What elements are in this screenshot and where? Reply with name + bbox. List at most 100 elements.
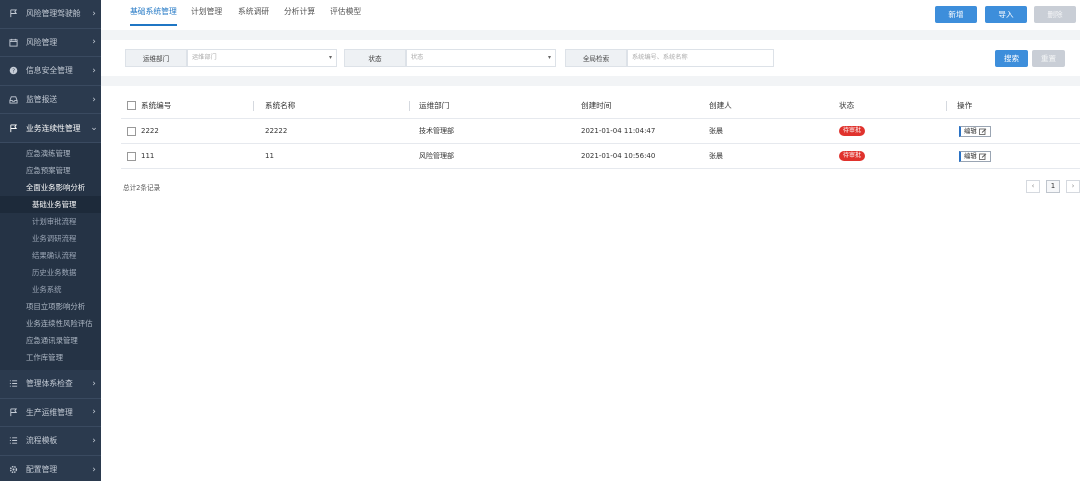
edit-icon [978, 127, 987, 135]
filter-bar: 运维部门 运维部门 ▾ 状态 状态 ▾ 全局检索 系统编号、系统名称 搜索 重置 [101, 40, 1080, 76]
inbox-icon [8, 95, 18, 105]
header-status: 状态 [839, 93, 854, 118]
submenu-item[interactable]: 计划审批流程 [0, 213, 101, 230]
total-records: 总计2条记录 [123, 184, 161, 192]
cell-status: 待审批 [839, 119, 866, 143]
tab-plan[interactable]: 计划管理 [191, 0, 222, 26]
flag-icon [8, 407, 18, 417]
delete-button[interactable]: 删除 [1034, 6, 1076, 23]
gear-icon [8, 465, 18, 475]
main-content: 基础系统管理 计划管理 系统调研 分析计算 评估模型 新增 导入 删除 运维部门… [101, 0, 1080, 481]
submenu-item[interactable]: 业务调研流程 [0, 230, 101, 247]
tab-survey[interactable]: 系统调研 [238, 0, 269, 26]
chevron-right-icon: › [92, 8, 96, 19]
submenu-item[interactable]: 应急通讯录管理 [0, 332, 101, 349]
submenu-item[interactable]: 项目立项影响分析 [0, 298, 101, 315]
chevron-right-icon: › [92, 94, 96, 105]
column-header: 创建时间 [581, 101, 612, 110]
status-label: 状态 [344, 49, 406, 67]
sidebar-item-label: 监管报送 [26, 95, 58, 105]
svg-text:?: ? [12, 69, 15, 75]
chevron-right-icon: › [92, 407, 96, 418]
sidebar-item-infosec[interactable]: ? 信息安全管理 › [0, 57, 101, 86]
flag-icon [8, 9, 18, 19]
sidebar-item-label: 业务连续性管理 [26, 123, 81, 133]
edit-button[interactable]: 编辑 [959, 150, 991, 162]
dept-label: 运维部门 [125, 49, 187, 67]
prev-page-button[interactable]: ‹ [1026, 180, 1040, 193]
submenu-item[interactable]: 全面业务影响分析 [0, 179, 101, 196]
sidebar-item-label: 风险管理 [26, 37, 58, 47]
sidebar-item-label: 信息安全管理 [26, 66, 73, 76]
next-page-button[interactable]: › [1066, 180, 1080, 193]
search-label: 全局检索 [565, 49, 627, 67]
cell-system-name: 11 [265, 152, 274, 160]
sidebar-item-bcm[interactable]: 业务连续性管理 ⌄ [0, 114, 101, 143]
submenu-item[interactable]: 历史业务数据 [0, 264, 101, 281]
sidebar-item-risk-cockpit[interactable]: 风险管理驾驶舱 › [0, 0, 101, 29]
column-header: 操作 [957, 101, 973, 110]
edit-label: 编辑 [964, 126, 977, 135]
tab-analysis[interactable]: 分析计算 [284, 0, 315, 26]
import-button[interactable]: 导入 [985, 6, 1027, 23]
search-input[interactable]: 系统编号、系统名称 [627, 49, 774, 67]
dept-select[interactable]: 运维部门 ▾ [187, 49, 337, 67]
column-divider [253, 101, 254, 111]
submenu-item[interactable]: 业务系统 [0, 281, 101, 298]
submenu-item[interactable]: 业务连续性风险评估 [0, 315, 101, 332]
header-created: 创建时间 [581, 93, 611, 118]
table-header: 系统编号 系统名称 运维部门 创建时间 创建人 状态 操作 [121, 93, 1080, 119]
table-row[interactable]: 111 11 风险管理部 2021-01-04 10:56:40 张晨 待审批 … [121, 144, 1080, 169]
column-divider [409, 101, 410, 111]
search-button[interactable]: 搜索 [995, 50, 1028, 67]
reset-button[interactable]: 重置 [1032, 50, 1065, 67]
column-header: 运维部门 [419, 101, 450, 110]
tab-bar: 基础系统管理 计划管理 系统调研 分析计算 评估模型 新增 导入 删除 [101, 0, 1080, 30]
calendar-icon [8, 37, 18, 47]
data-table: 系统编号 系统名称 运维部门 创建时间 创建人 状态 操作 2222 22222… [121, 93, 1080, 169]
submenu-item[interactable]: 应急演练管理 [0, 145, 101, 162]
sidebar: 风险管理驾驶舱 › 风险管理 › ? 信息安全管理 › 监管报送 › 业务连续性… [0, 0, 101, 481]
select-all-checkbox[interactable] [127, 101, 136, 110]
table-row[interactable]: 2222 22222 技术管理部 2021-01-04 11:04:47 张晨 … [121, 119, 1080, 144]
column-header: 系统编号 [141, 101, 172, 110]
status-badge: 待审批 [839, 151, 866, 161]
submenu-item[interactable]: 结果确认流程 [0, 247, 101, 264]
app-root: 风险管理驾驶舱 › 风险管理 › ? 信息安全管理 › 监管报送 › 业务连续性… [0, 0, 1080, 481]
submenu-item-active[interactable]: 基础业务管理 [0, 195, 101, 213]
column-header: 状态 [839, 101, 855, 110]
cell-system-id: 2222 [127, 119, 159, 143]
cell-system-name: 22222 [265, 127, 288, 135]
cell-status: 待审批 [839, 144, 866, 168]
submenu-item[interactable]: 工作库管理 [0, 349, 101, 366]
sidebar-item-mgmt-check[interactable]: 管理体系检查 › [0, 370, 101, 399]
sidebar-item-risk[interactable]: 风险管理 › [0, 29, 101, 58]
sidebar-item-templates[interactable]: 流程模板 › [0, 427, 101, 456]
new-button[interactable]: 新增 [935, 6, 977, 23]
column-divider [946, 101, 947, 111]
sidebar-submenu: 应急演练管理 应急预案管理 全面业务影响分析 基础业务管理 计划审批流程 业务调… [0, 142, 101, 370]
sidebar-item-config[interactable]: 配置管理 › [0, 456, 101, 481]
row-checkbox[interactable] [127, 126, 136, 136]
separator-band [101, 30, 1080, 40]
tab-model[interactable]: 评估模型 [330, 0, 361, 26]
status-badge: 待审批 [839, 126, 866, 136]
sidebar-item-ops[interactable]: 生产运维管理 › [0, 399, 101, 428]
status-select[interactable]: 状态 ▾ [406, 49, 556, 67]
cell-creator: 张晨 [709, 127, 723, 135]
cell-text: 2222 [141, 127, 159, 135]
cell-action: 编辑 [959, 144, 991, 168]
submenu-item[interactable]: 应急预案管理 [0, 162, 101, 179]
cell-action: 编辑 [959, 119, 991, 143]
separator-band [101, 76, 1080, 86]
page-number-button[interactable]: 1 [1046, 180, 1060, 193]
sidebar-item-regulatory[interactable]: 监管报送 › [0, 86, 101, 115]
chevron-right-icon: › [92, 378, 96, 389]
caret-down-icon: ▾ [328, 54, 332, 61]
flag-icon [8, 123, 18, 133]
row-checkbox[interactable] [127, 151, 136, 161]
column-header: 创建人 [709, 101, 732, 110]
header-system-name: 系统名称 [265, 93, 295, 118]
tab-base-system[interactable]: 基础系统管理 [130, 0, 177, 26]
edit-button[interactable]: 编辑 [959, 125, 991, 137]
